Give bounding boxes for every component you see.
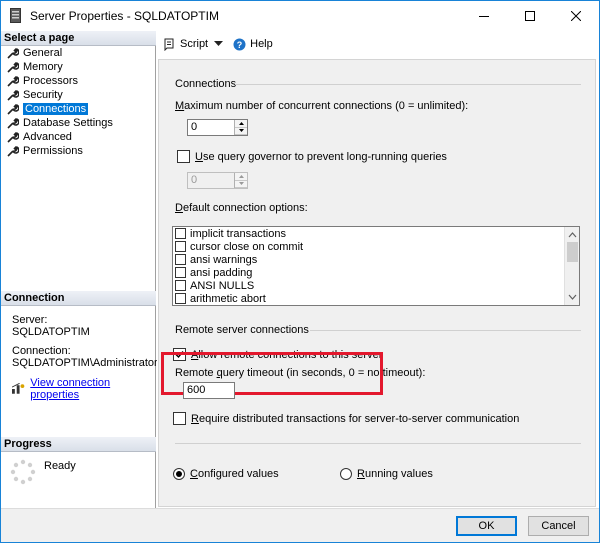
- max-connections-label: Maximum number of concurrent connections…: [175, 100, 469, 112]
- page-item-general[interactable]: General: [7, 46, 62, 60]
- wrench-icon: [7, 48, 19, 59]
- remote-group-title: Remote server connections: [175, 324, 309, 336]
- wrench-icon: [7, 76, 19, 87]
- server-info: Server: SQLDATOPTIM: [12, 314, 90, 338]
- title-bar: Server Properties - SQLDATOPTIM: [1, 1, 599, 30]
- remote-group-divider: [310, 330, 581, 331]
- minimize-icon: [479, 15, 489, 17]
- query-governor-stepper[interactable]: 0: [187, 172, 248, 189]
- stepper-down-button[interactable]: [235, 180, 247, 188]
- script-button[interactable]: Script: [163, 38, 224, 51]
- chevron-up-icon: [568, 232, 577, 238]
- query-timeout-value: 600: [187, 384, 206, 396]
- options-scrollbar[interactable]: [564, 227, 579, 305]
- arrow-up-icon: [238, 121, 244, 125]
- wrench-icon: [7, 132, 19, 143]
- scrollbar-thumb[interactable]: [567, 242, 578, 262]
- view-connection-properties[interactable]: View connection properties: [12, 377, 155, 401]
- progress-spinner-icon: [10, 459, 36, 485]
- arrow-down-icon: [238, 182, 244, 186]
- connection-label: Connection:: [12, 345, 71, 357]
- server-app-icon: [10, 8, 21, 23]
- connection-properties-icon: [12, 383, 25, 394]
- left-pane: Select a page General Memory Processors …: [1, 31, 158, 508]
- query-timeout-label: Remote query timeout (in seconds, 0 = no…: [175, 367, 426, 379]
- list-item[interactable]: ANSI NULLS: [173, 279, 579, 292]
- connection-header: Connection: [1, 291, 156, 306]
- connections-group-title: Connections: [175, 78, 237, 90]
- progress-header: Progress: [1, 437, 156, 452]
- query-governor-value: 0: [191, 174, 198, 186]
- select-page-header: Select a page: [1, 31, 156, 46]
- default-options-label: Default connection options:: [175, 202, 308, 214]
- arrow-down-icon: [238, 129, 244, 133]
- query-timeout-field[interactable]: 600: [183, 382, 235, 399]
- arrow-up-icon: [238, 174, 244, 178]
- list-item[interactable]: arithmetic abort: [173, 292, 579, 305]
- window-title: Server Properties - SQLDATOPTIM: [30, 9, 219, 23]
- page-item-connections[interactable]: Connections: [7, 102, 89, 116]
- wrench-icon: [7, 104, 19, 115]
- query-governor-checkbox[interactable]: Use query governor to prevent long-runni…: [177, 150, 447, 163]
- svg-text:?: ?: [237, 40, 243, 50]
- right-pane: Script ? Help Connections Maximum number…: [157, 31, 599, 508]
- maximize-icon: [525, 10, 535, 21]
- progress-status: Ready: [44, 460, 76, 472]
- connection-value: SQLDATOPTIM\Administrator: [12, 357, 158, 369]
- stepper-up-button[interactable]: [235, 120, 247, 128]
- help-icon: ?: [233, 38, 246, 50]
- chevron-down-icon: [214, 41, 224, 46]
- view-connection-properties-link[interactable]: View connection properties: [30, 377, 155, 401]
- server-label: Server:: [12, 314, 48, 326]
- minimize-button[interactable]: [461, 1, 507, 30]
- wrench-icon: [7, 118, 19, 129]
- connections-group-divider: [235, 84, 581, 85]
- close-button[interactable]: [553, 1, 599, 30]
- page-item-security[interactable]: Security: [7, 88, 63, 102]
- server-properties-window: Server Properties - SQLDATOPTIM Select a…: [0, 0, 600, 543]
- page-item-database-settings[interactable]: Database Settings: [7, 116, 113, 130]
- server-value: SQLDATOPTIM: [12, 326, 90, 338]
- page-item-memory[interactable]: Memory: [7, 60, 63, 74]
- page-item-permissions[interactable]: Permissions: [7, 144, 83, 158]
- list-item[interactable]: implicit transactions: [173, 227, 579, 240]
- max-connections-stepper[interactable]: 0: [187, 119, 248, 136]
- chevron-down-icon: [568, 294, 577, 300]
- wrench-icon: [7, 90, 19, 101]
- script-icon: [164, 38, 174, 51]
- cancel-button[interactable]: Cancel: [528, 516, 589, 536]
- page-item-processors[interactable]: Processors: [7, 74, 78, 88]
- default-options-list[interactable]: implicit transactions cursor close on co…: [172, 226, 580, 306]
- toolbar: Script ? Help: [157, 31, 599, 57]
- stepper-down-button[interactable]: [235, 127, 247, 135]
- button-bar: OK Cancel: [1, 508, 599, 542]
- help-button[interactable]: ? Help: [233, 38, 273, 51]
- running-values-radio[interactable]: Running values: [340, 468, 433, 480]
- ok-button[interactable]: OK: [456, 516, 517, 536]
- connections-content: Connections Maximum number of concurrent…: [158, 59, 596, 507]
- list-item[interactable]: cursor close on commit: [173, 240, 579, 253]
- require-distributed-checkbox[interactable]: Require distributed transactions for ser…: [173, 412, 519, 425]
- connection-info: Connection: SQLDATOPTIM\Administrator: [12, 345, 158, 369]
- configured-values-radio[interactable]: Configured values: [173, 468, 279, 480]
- close-icon: [571, 10, 581, 21]
- maximize-button[interactable]: [507, 1, 553, 30]
- values-divider: [175, 443, 581, 444]
- list-item[interactable]: ansi warnings: [173, 253, 579, 266]
- stepper-up-button[interactable]: [235, 173, 247, 181]
- wrench-icon: [7, 146, 19, 157]
- list-item[interactable]: ansi padding: [173, 266, 579, 279]
- page-item-advanced[interactable]: Advanced: [7, 130, 72, 144]
- max-connections-value: 0: [191, 121, 198, 133]
- wrench-icon: [7, 62, 19, 73]
